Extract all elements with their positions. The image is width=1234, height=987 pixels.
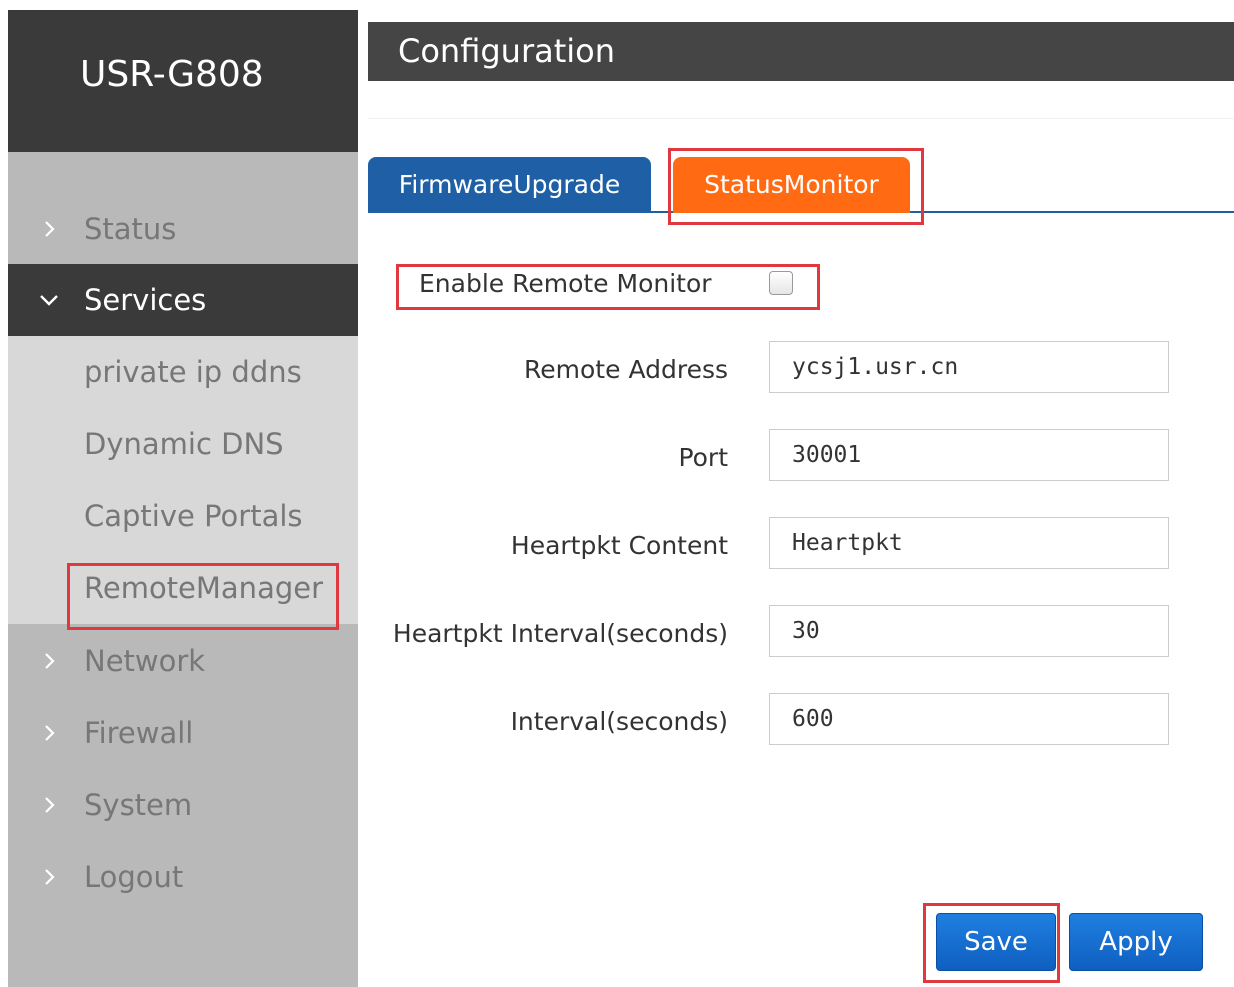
sidebar-item-network[interactable]: Network bbox=[8, 625, 358, 697]
page-title: Configuration bbox=[398, 32, 616, 70]
submenu-item-remotemanager[interactable]: RemoteManager bbox=[8, 552, 358, 624]
enable-remote-monitor-checkbox[interactable] bbox=[769, 271, 793, 295]
tab-statusmonitor[interactable]: StatusMonitor bbox=[673, 157, 910, 213]
port-label: Port bbox=[678, 443, 728, 472]
sidebar-item-firewall[interactable]: Firewall bbox=[8, 697, 358, 769]
header-spacer bbox=[368, 81, 1234, 119]
sidebar-item-label: Services bbox=[84, 283, 207, 317]
save-button[interactable]: Save bbox=[936, 913, 1056, 971]
chevron-right-icon bbox=[45, 725, 55, 741]
heartpkt-interval-label: Heartpkt Interval(seconds) bbox=[392, 619, 728, 648]
sidebar-item-logout[interactable]: Logout bbox=[8, 841, 358, 913]
sidebar-item-status[interactable]: Status bbox=[8, 193, 358, 265]
sidebar-item-services[interactable]: Services bbox=[8, 264, 358, 336]
chevron-right-icon bbox=[45, 797, 55, 813]
submenu-item-label: private ip ddns bbox=[84, 355, 302, 389]
tab-firmwareupgrade[interactable]: FirmwareUpgrade bbox=[368, 157, 651, 213]
remote-address-input[interactable] bbox=[769, 341, 1169, 393]
heartpkt-interval-input[interactable] bbox=[769, 605, 1169, 657]
submenu-item-label: RemoteManager bbox=[84, 571, 324, 605]
submenu-item-label: Dynamic DNS bbox=[84, 427, 284, 461]
sidebar-item-system[interactable]: System bbox=[8, 769, 358, 841]
brand-header: USR-G808 bbox=[8, 10, 358, 152]
port-input[interactable] bbox=[769, 429, 1169, 481]
sidebar-item-label: Logout bbox=[84, 860, 184, 894]
sidebar-item-label: System bbox=[84, 788, 193, 822]
chevron-right-icon bbox=[45, 869, 55, 885]
sidebar: USR-G808 Status Services private ip ddns… bbox=[8, 10, 358, 987]
remote-address-label: Remote Address bbox=[524, 355, 728, 384]
enable-remote-monitor-label: Enable Remote Monitor bbox=[419, 269, 712, 298]
brand-title: USR-G808 bbox=[80, 54, 264, 95]
submenu-item-private-ip-ddns[interactable]: private ip ddns bbox=[8, 336, 358, 408]
apply-button[interactable]: Apply bbox=[1069, 913, 1203, 971]
interval-label: Interval(seconds) bbox=[510, 707, 728, 736]
submenu-item-dynamic-dns[interactable]: Dynamic DNS bbox=[8, 408, 358, 480]
heartpkt-content-input[interactable] bbox=[769, 517, 1169, 569]
sidebar-item-label: Network bbox=[84, 644, 206, 678]
heartpkt-content-label: Heartpkt Content bbox=[510, 531, 728, 560]
submenu-item-captive-portals[interactable]: Captive Portals bbox=[8, 480, 358, 552]
config-header: Configuration bbox=[368, 22, 1234, 81]
chevron-right-icon bbox=[45, 653, 55, 669]
services-submenu: private ip ddns Dynamic DNS Captive Port… bbox=[8, 336, 358, 624]
chevron-down-icon bbox=[40, 295, 58, 306]
interval-input[interactable] bbox=[769, 693, 1169, 745]
sidebar-item-label: Firewall bbox=[84, 716, 194, 750]
sidebar-item-label: Status bbox=[84, 212, 177, 246]
submenu-item-label: Captive Portals bbox=[84, 499, 303, 533]
chevron-right-icon bbox=[45, 221, 55, 237]
